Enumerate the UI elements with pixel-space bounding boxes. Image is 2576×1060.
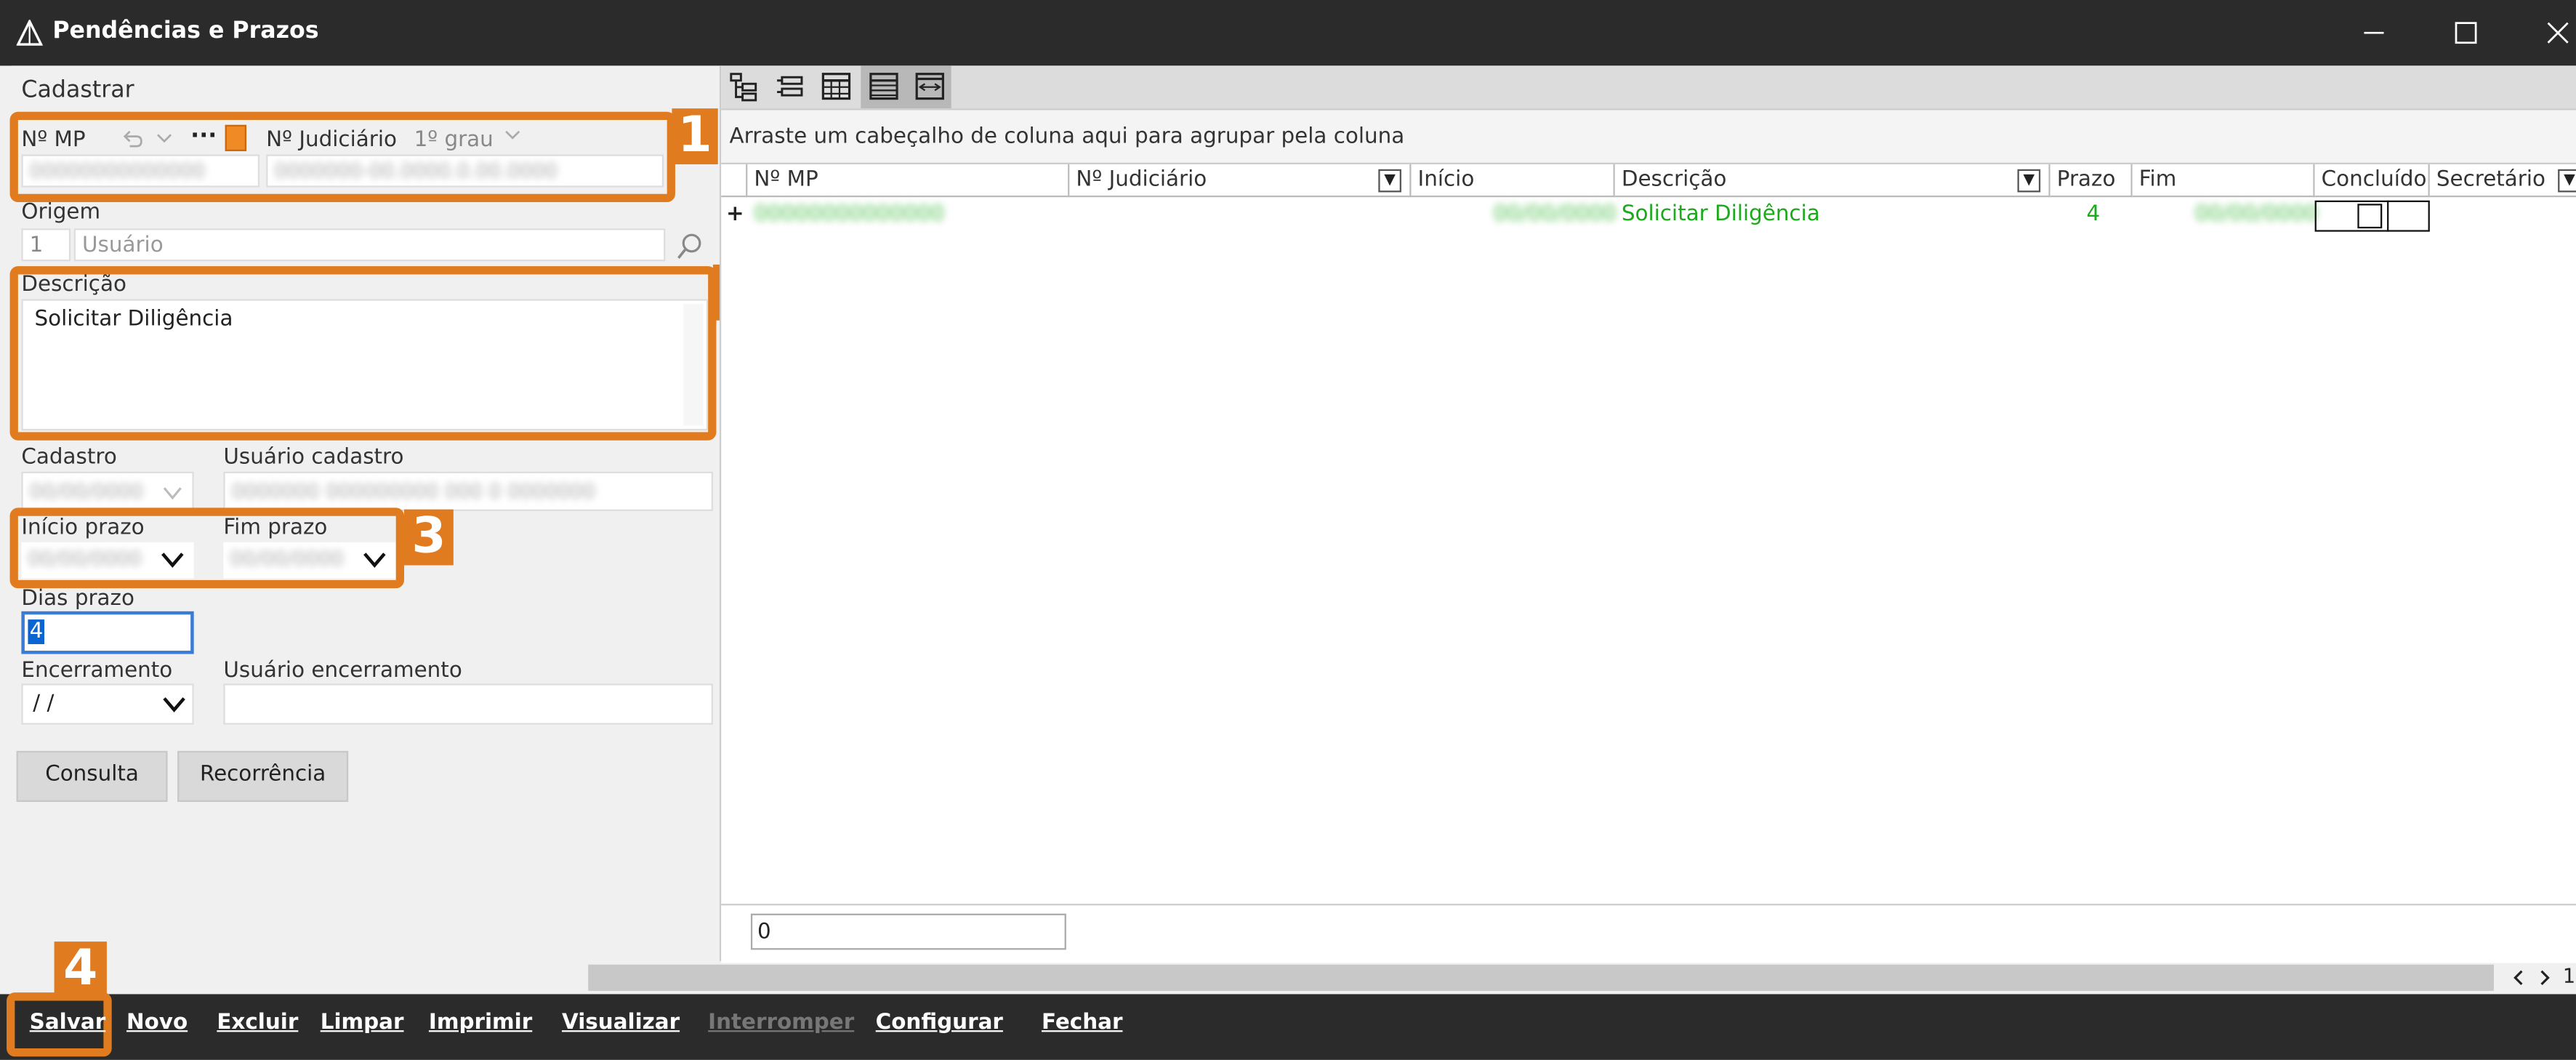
- page-number: 1: [2562, 964, 2576, 988]
- scroll-left-icon[interactable]: [2507, 966, 2530, 989]
- grid-footer: 0: [721, 904, 2576, 963]
- grid-toolbar: [721, 65, 2576, 109]
- window-title: Pendências e Prazos: [52, 17, 319, 45]
- column-header-expand: [721, 164, 748, 198]
- origem-input[interactable]: Usuário: [73, 228, 666, 262]
- secretario-filter-icon[interactable]: ▼: [2558, 169, 2576, 193]
- callout-number-3: 3: [404, 509, 454, 566]
- cell-descricao: Solicitar Diligência: [1621, 202, 1820, 227]
- column-header-judiciario[interactable]: Nº Judiciário: [1069, 164, 1412, 198]
- fit-columns-icon[interactable]: [911, 69, 948, 105]
- column-header-nmp[interactable]: Nº MP: [747, 164, 1070, 198]
- configurar-button[interactable]: Configurar: [876, 1011, 1003, 1035]
- concluido-checkbox[interactable]: [2357, 204, 2383, 229]
- table-view-icon[interactable]: [818, 69, 855, 105]
- dias-prazo-value: 4: [28, 619, 45, 644]
- maximize-icon[interactable]: [2446, 13, 2485, 52]
- encerramento-value: / /: [33, 691, 55, 717]
- usuario-encerramento-input[interactable]: [223, 683, 713, 725]
- salvar-button[interactable]: Salvar: [30, 1011, 106, 1035]
- cadastro-chevron-down-icon: [163, 487, 182, 500]
- cadastro-value: 00/00/0000: [29, 479, 144, 503]
- section-title: Cadastrar: [21, 77, 134, 104]
- cadastro-label: Cadastro: [21, 445, 117, 470]
- cell-fim: 00/00/0000: [2194, 202, 2319, 227]
- origem-code-input[interactable]: 1: [21, 228, 71, 262]
- tree-view-icon[interactable]: [726, 69, 762, 105]
- dias-prazo-label: Dias prazo: [21, 586, 134, 611]
- descricao-filter-icon[interactable]: ▼: [2017, 169, 2041, 193]
- scroll-right-icon[interactable]: [2533, 966, 2556, 989]
- callout-box-1: [9, 111, 675, 203]
- callout-box-3: [9, 507, 405, 589]
- encerramento-date-picker[interactable]: / /: [21, 683, 194, 725]
- column-header-prazo[interactable]: Prazo: [2050, 164, 2133, 198]
- app-logo-icon: [16, 20, 43, 46]
- footer-count-field: 0: [750, 913, 1066, 950]
- origem-code-value: 1: [29, 233, 44, 258]
- usuario-encerramento-label: Usuário encerramento: [223, 659, 462, 684]
- fechar-button[interactable]: Fechar: [1042, 1011, 1122, 1035]
- table-row[interactable]: + 00000000000000 00/00/0000 Solicitar Di…: [721, 198, 2576, 232]
- interromper-button: Interromper: [708, 1011, 855, 1035]
- dias-prazo-input[interactable]: 4: [21, 611, 194, 654]
- group-by-hint[interactable]: Arraste um cabeçalho de coluna aqui para…: [721, 108, 2576, 165]
- usuario-cadastro-label: Usuário cadastro: [223, 445, 404, 470]
- recorrencia-button[interactable]: Recorrência: [177, 750, 349, 802]
- callout-box-2: [9, 266, 717, 441]
- horizontal-scrollbar[interactable]: [588, 964, 2494, 991]
- footer-count-value: 0: [757, 920, 771, 945]
- list-view-icon[interactable]: [866, 69, 902, 105]
- minimize-icon[interactable]: [2354, 13, 2394, 52]
- column-header-descricao[interactable]: Descrição: [1614, 164, 2050, 198]
- callout-number-4: 4: [54, 941, 107, 997]
- imprimir-button[interactable]: Imprimir: [429, 1011, 532, 1035]
- judiciario-filter-icon[interactable]: ▼: [1378, 169, 1401, 193]
- column-header-concluido[interactable]: Concluído: [2314, 164, 2430, 198]
- encerramento-chevron-down-icon: [163, 697, 185, 712]
- column-header-inicio[interactable]: Início: [1411, 164, 1615, 198]
- usuario-cadastro-value: 0000000 000000000 000 0 0000000: [231, 479, 596, 503]
- callout-number-1: 1: [672, 108, 718, 165]
- cell-prazo: 4: [2086, 202, 2101, 227]
- cell-inicio: 00/00/0000: [1493, 202, 1617, 227]
- search-icon[interactable]: [675, 232, 705, 262]
- title-bar: Pendências e Prazos: [0, 0, 2576, 66]
- consulta-button[interactable]: Consulta: [16, 750, 168, 802]
- group-rows-icon[interactable]: [772, 69, 808, 105]
- cell-divider: [2387, 200, 2389, 232]
- expand-row-icon[interactable]: +: [726, 198, 744, 231]
- novo-button[interactable]: Novo: [126, 1011, 188, 1035]
- grid-panel: Arraste um cabeçalho de coluna aqui para…: [719, 65, 2576, 963]
- excluir-button[interactable]: Excluir: [217, 1011, 298, 1035]
- cell-concluido[interactable]: [2314, 200, 2430, 232]
- cadastro-date-picker[interactable]: 00/00/0000: [21, 471, 194, 511]
- origem-placeholder: Usuário: [82, 233, 164, 258]
- origem-label: Origem: [21, 200, 101, 225]
- encerramento-label: Encerramento: [21, 659, 173, 684]
- column-header-secretario[interactable]: Secretário: [2429, 164, 2576, 198]
- usuario-cadastro-input[interactable]: 0000000 000000000 000 0 0000000: [223, 471, 713, 511]
- cell-nmp: 00000000000000: [754, 202, 945, 227]
- app-window: Pendências e Prazos Cadastrar Nº MP ··· …: [0, 0, 2576, 1060]
- close-icon[interactable]: [2538, 13, 2576, 52]
- visualizar-button[interactable]: Visualizar: [562, 1011, 680, 1035]
- limpar-button[interactable]: Limpar: [321, 1011, 404, 1035]
- column-header-fim[interactable]: Fim: [2132, 164, 2315, 198]
